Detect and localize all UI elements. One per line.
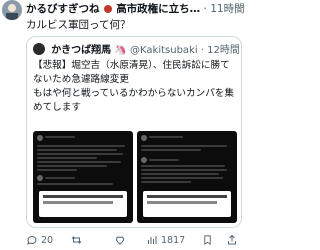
retweet-button[interactable] <box>70 232 83 248</box>
quoted-handle: @Kakitsubaki <box>130 45 198 56</box>
author-avatar[interactable] <box>2 0 22 20</box>
screenshot-avatar <box>141 135 147 141</box>
screenshot-card <box>143 191 231 217</box>
tweet-text: カルビス軍団って何？ <box>26 19 131 31</box>
views-count: 1817 <box>161 234 186 246</box>
quoted-avatar <box>33 43 45 55</box>
tweet-header: かるびすぎつね 高市政権に立ち… · 11時間 <box>26 2 246 16</box>
quoted-text: 【悲報】堀空吉（水原清晃）、住民訴訟に勝て ないため急遽路線変更 もはや何と戦っ… <box>33 59 239 115</box>
quoted-header: かきつば翔馬 🦄 @Kakitsubaki · 12時間 <box>33 43 239 57</box>
media-image-right[interactable] <box>137 131 237 223</box>
quoted-tweet[interactable]: かきつば翔馬 🦄 @Kakitsubaki · 12時間 【悲報】堀空吉（水原清… <box>26 36 242 228</box>
quoted-line: もはや何と戦っているかわからないカンパを集 <box>33 88 234 99</box>
quoted-time: 12時間 <box>207 45 239 56</box>
like-icon <box>115 236 125 245</box>
screenshot-avatar <box>37 135 43 141</box>
author-name[interactable]: かるびすぎつね <box>26 3 100 15</box>
retweet-icon <box>71 236 82 244</box>
unicorn-icon: 🦄 <box>114 45 127 56</box>
tweet[interactable]: かるびすぎつね 高市政権に立ち… · 11時間 ··· カルビス軍団って何？ か… <box>0 0 248 250</box>
reply-button[interactable]: 20 <box>26 232 53 248</box>
quoted-author-name: かきつば翔馬 <box>51 45 112 56</box>
quoted-media[interactable] <box>33 131 237 223</box>
like-button[interactable] <box>114 232 126 248</box>
flag-icon <box>103 5 112 13</box>
quoted-line: めてします <box>33 102 81 113</box>
views-button[interactable]: 1817 <box>146 232 185 248</box>
reply-count: 20 <box>41 234 54 246</box>
author-suffix[interactable]: 高市政権に立ち… <box>116 3 200 15</box>
action-bar: 20 1817 <box>26 232 246 248</box>
bookmark-icon <box>204 235 211 245</box>
share-button[interactable] <box>226 232 238 248</box>
screenshot-card <box>39 191 127 217</box>
separator-dot: · <box>200 45 204 56</box>
reply-icon <box>27 235 37 245</box>
views-icon <box>148 236 157 244</box>
media-image-left[interactable] <box>33 131 133 223</box>
quoted-line: 【悲報】堀空吉（水原清晃）、住民訴訟に勝て <box>33 60 230 71</box>
quoted-line: ないため急遽路線変更 <box>33 74 129 85</box>
more-icon[interactable]: ··· <box>234 3 244 14</box>
bookmark-button[interactable] <box>202 232 213 248</box>
share-icon <box>228 234 236 245</box>
